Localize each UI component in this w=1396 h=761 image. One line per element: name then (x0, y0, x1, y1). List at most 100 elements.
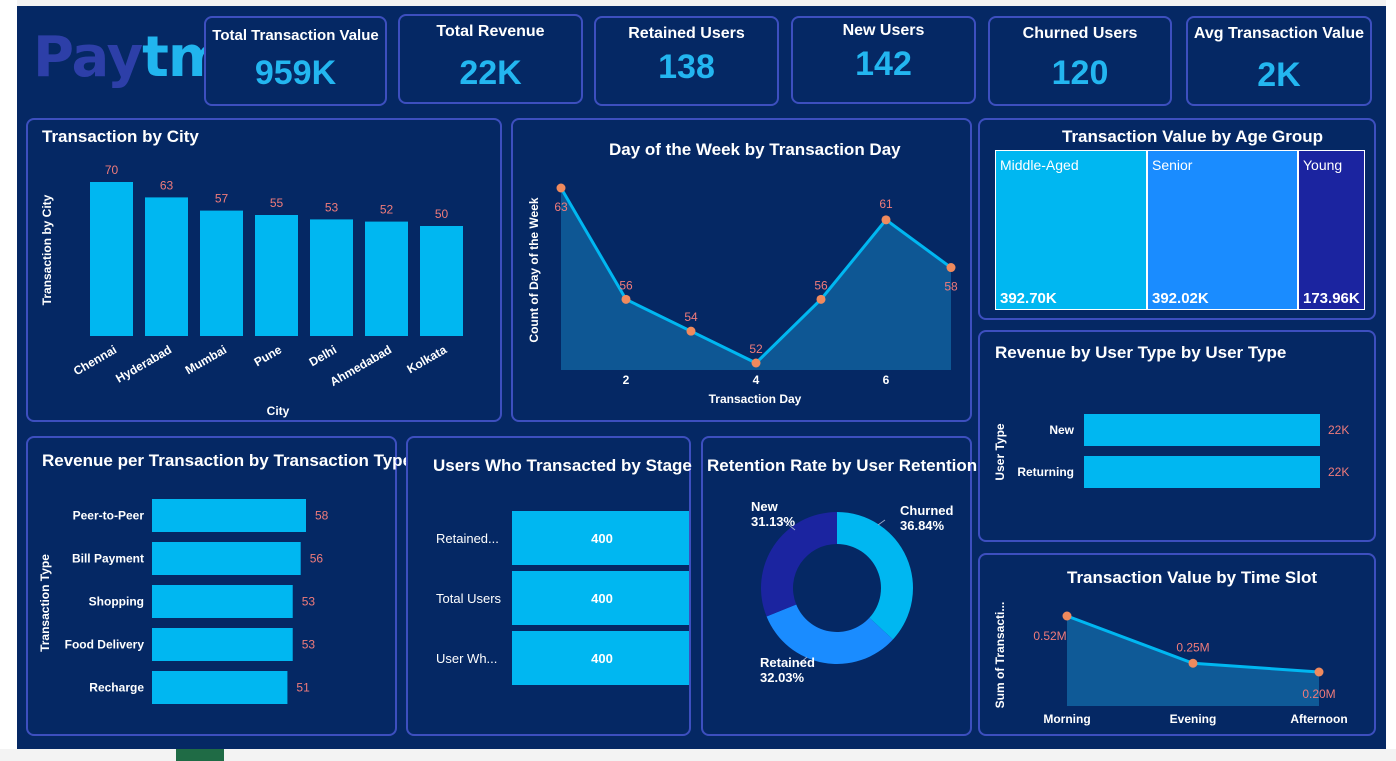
treemap-cell[interactable]: Young 173.96K (1298, 150, 1365, 310)
treemap-cell[interactable]: Middle-Aged 392.70K (995, 150, 1147, 310)
funnel-stage-label: Retained... (436, 531, 499, 546)
dow-point-label: 63 (554, 200, 568, 214)
retention-panel[interactable]: Retention Rate by User Retention Churned… (701, 436, 977, 736)
time-slot-point (1188, 658, 1198, 668)
treemap-cell-name: Middle-Aged (1000, 157, 1079, 173)
dow-point-label: 61 (879, 197, 893, 211)
treemap-cell-value: 392.70K (1000, 290, 1057, 307)
age-treemap: Middle-Aged 392.70K Senior 392.02K Young 173.… (995, 150, 1365, 310)
user-type-bar-label: 22K (1328, 423, 1349, 437)
kpi-value: 142 (855, 45, 912, 83)
city-bar-label: 55 (270, 196, 284, 210)
city-tick-label: Delhi (307, 342, 339, 369)
city-bar (200, 210, 243, 336)
user-type-panel[interactable]: Revenue by User Type by User Type New 22K… (978, 330, 1376, 542)
funnel-bar-value: 400 (591, 591, 613, 606)
dow-point-label: 56 (619, 278, 633, 292)
kpi-title: Churned Users (1022, 25, 1138, 42)
donut-label-value: 32.03% (760, 670, 805, 685)
user-type-category: New (1049, 423, 1074, 437)
dow-x-tick: 2 (623, 373, 630, 387)
dow-point (816, 294, 826, 304)
user-type-y-axis-title: User Type (993, 423, 1007, 480)
rev-type-bar (152, 499, 306, 532)
dow-point (881, 215, 891, 225)
rev-type-bar-label: 53 (302, 638, 316, 652)
kpi-value: 2K (1257, 56, 1301, 94)
city-chart-panel[interactable]: Transaction by City 70 Chennai 63 Hyderabad… (26, 118, 502, 422)
funnel-bar-value: 400 (591, 531, 613, 546)
city-bar-label: 57 (215, 192, 229, 206)
kpi-value: 138 (658, 48, 715, 86)
dow-point-label: 52 (749, 342, 763, 356)
age-group-panel[interactable]: Transaction Value by Age Group Middle-Ag… (978, 118, 1376, 320)
kpi-card-total-transaction-value[interactable]: Total Transaction Value 959K (204, 16, 387, 106)
rev-type-bar-chart: Peer-to-Peer 58 Bill Payment 56 Shopping 53 Fo… (38, 499, 329, 704)
city-bar-chart: 70 Chennai 63 Hyderabad 57 Mumbai 55 Pune 53 Delh… (40, 163, 463, 418)
dow-point-label: 56 (814, 278, 828, 292)
kpi-title: Total Revenue (436, 23, 545, 40)
funnel-stage-label: Total Users (436, 591, 502, 606)
city-bar-label: 53 (325, 200, 339, 214)
city-tick-label: Chennai (71, 342, 119, 378)
user-type-bar-chart: New 22K Returning 22K User Type (993, 414, 1349, 488)
dow-point-label: 58 (944, 280, 958, 294)
rev-type-bar (152, 628, 293, 661)
city-bar-label: 50 (435, 207, 449, 221)
rev-type-bar (152, 671, 288, 704)
donut-leader-line (877, 519, 886, 526)
funnel-stage-label: User Wh... (436, 651, 497, 666)
kpi-card-total-revenue[interactable]: Total Revenue 22K (398, 14, 583, 104)
time-slot-point (1062, 611, 1072, 621)
dow-point (751, 358, 761, 368)
stage-funnel-panel[interactable]: Users Who Transacted by Stage 400 Retaine… (406, 436, 692, 736)
city-y-axis-title: Transaction by City (40, 194, 54, 305)
dow-x-axis-title: Transaction Day (709, 392, 802, 406)
kpi-card-avg-transaction-value[interactable]: Avg Transaction Value 2K (1186, 16, 1372, 106)
time-slot-point (1314, 667, 1324, 677)
kpi-card-churned-users[interactable]: Churned Users 120 (988, 16, 1172, 106)
kpi-title: New Users (842, 22, 925, 39)
city-bar (145, 197, 188, 336)
city-bar (310, 219, 353, 336)
treemap-cell-value: 173.96K (1303, 290, 1360, 307)
city-x-axis-title: City (267, 404, 290, 418)
dow-point (946, 263, 956, 273)
time-slot-point-label: 0.52M (1033, 629, 1066, 643)
stage-funnel-chart: 400 Retained... 400 Total Users 400 User Wh..… (436, 511, 689, 685)
user-type-bar (1084, 456, 1320, 488)
retention-donut-chart: Churned36.84% Retained32.03% New31.13% (751, 499, 954, 685)
time-slot-y-axis-title: Sum of Transacti... (993, 602, 1007, 709)
donut-label-value: 36.84% (900, 518, 945, 533)
city-tick-label: Kolkata (404, 342, 449, 376)
city-bar (365, 221, 408, 336)
rev-type-bar (152, 542, 301, 575)
rev-type-panel[interactable]: Revenue per Transaction by Transaction T… (26, 436, 412, 736)
logo-pay: Pay (33, 25, 143, 90)
city-bar-label: 63 (160, 178, 174, 192)
dow-chart-panel[interactable]: Day of the Week by Transaction Day 63 56 5… (511, 118, 972, 422)
city-bar-label: 52 (380, 203, 394, 217)
user-type-bar (1084, 414, 1320, 446)
rev-type-bar-label: 53 (302, 595, 316, 609)
city-tick-label: Ahmedabad (328, 342, 394, 388)
chart-title: Transaction Value by Age Group (1062, 127, 1324, 146)
kpi-card-new-users[interactable]: New Users 142 (791, 16, 976, 104)
treemap-cell[interactable]: Senior 392.02K (1147, 150, 1298, 310)
donut-label-name: Retained (760, 655, 815, 670)
rev-type-category: Bill Payment (72, 552, 144, 566)
sheet-tab[interactable] (176, 749, 224, 761)
treemap-cell-value: 392.02K (1152, 290, 1209, 307)
kpi-value: 120 (1051, 54, 1109, 92)
kpi-title: Avg Transaction Value (1193, 25, 1365, 42)
dow-point-label: 54 (684, 310, 698, 324)
kpi-value: 959K (254, 54, 337, 92)
rev-type-category: Food Delivery (65, 638, 145, 652)
kpi-card-retained-users[interactable]: Retained Users 138 (594, 16, 779, 106)
rev-type-bar-label: 58 (315, 509, 329, 523)
city-bar (90, 182, 133, 336)
dow-point (621, 294, 631, 304)
time-slot-panel[interactable]: Transaction Value by Time Slot 0.52M Morn… (978, 553, 1376, 736)
city-tick-label: Pune (252, 342, 285, 369)
treemap-cell-name: Senior (1152, 157, 1193, 173)
